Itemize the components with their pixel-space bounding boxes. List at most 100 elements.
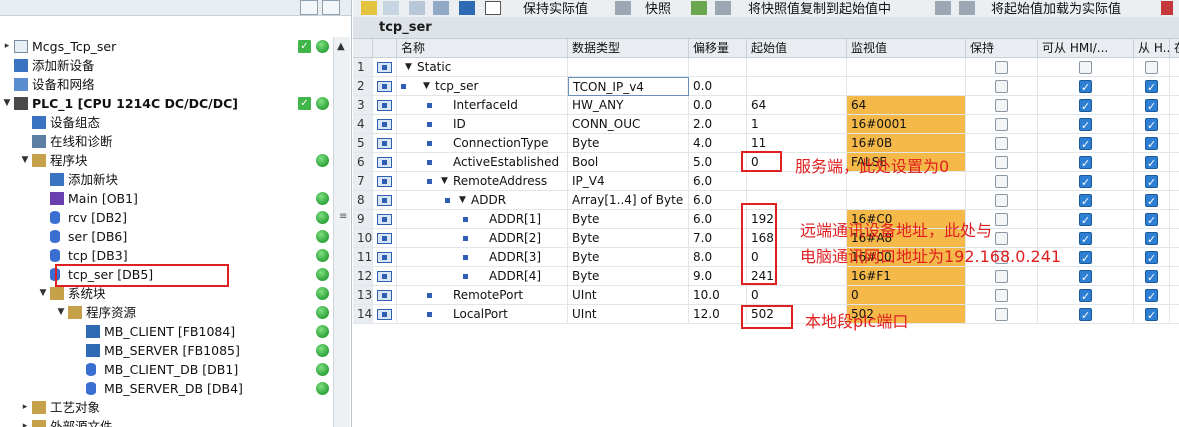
name-cell[interactable]: LocalPort bbox=[397, 305, 568, 324]
column-header-name[interactable]: 名称 bbox=[397, 39, 568, 58]
expand-arrow-icon[interactable]: ▼ bbox=[38, 284, 48, 303]
scroll-grip-icon[interactable]: ≡ bbox=[339, 211, 347, 222]
hmi-accessible-checkbox[interactable] bbox=[1079, 97, 1092, 114]
retain-checkbox[interactable] bbox=[995, 270, 1008, 283]
hmi-accessible-checkbox[interactable] bbox=[1079, 135, 1092, 152]
snapshot-button[interactable]: 快照 bbox=[645, 0, 671, 17]
hmi-visible-checkbox[interactable] bbox=[1145, 306, 1158, 323]
expand-arrow-icon[interactable]: ▼ bbox=[459, 191, 466, 209]
name-cell[interactable]: ADDR[3] bbox=[397, 248, 568, 267]
hmi-visible-checkbox[interactable] bbox=[1145, 97, 1158, 114]
retain-checkbox[interactable] bbox=[995, 194, 1008, 207]
name-cell[interactable]: ▼ RemoteAddress bbox=[397, 172, 568, 191]
hmi-visible-checkbox[interactable] bbox=[1145, 268, 1158, 285]
add-row-icon[interactable] bbox=[383, 1, 399, 15]
tree-item[interactable]: ▼ 程序块 bbox=[0, 151, 332, 170]
retain-checkbox[interactable] bbox=[995, 308, 1008, 321]
retain-checkbox[interactable] bbox=[995, 118, 1008, 131]
load-start-button[interactable]: 将起始值加载为实际值 bbox=[991, 0, 1121, 17]
hmi-accessible-checkbox[interactable] bbox=[1079, 230, 1092, 247]
tree-item[interactable]: 设备组态 bbox=[0, 113, 332, 132]
tree-item[interactable]: ser [DB6] bbox=[0, 227, 332, 246]
name-cell[interactable]: ConnectionType bbox=[397, 134, 568, 153]
tree-item[interactable]: Main [OB1] bbox=[0, 189, 332, 208]
monitor-toggle-icon[interactable] bbox=[485, 1, 501, 15]
table-row[interactable]: 13 RemotePort UInt 10.0 0 0 bbox=[353, 286, 1179, 305]
tree-item[interactable]: MB_CLIENT [FB1084] bbox=[0, 322, 332, 341]
hmi-accessible-checkbox[interactable] bbox=[1079, 192, 1092, 209]
hmi-accessible-checkbox[interactable] bbox=[1079, 116, 1092, 133]
expand-arrow-icon[interactable]: ▸ bbox=[2, 37, 12, 56]
hmi-visible-checkbox[interactable] bbox=[1145, 230, 1158, 247]
datatype-cell[interactable]: UInt bbox=[568, 305, 689, 324]
insert-row-icon[interactable] bbox=[361, 1, 377, 15]
datatype-cell[interactable]: Byte bbox=[568, 229, 689, 248]
tree-options-icon[interactable] bbox=[322, 0, 340, 15]
hmi-accessible-checkbox[interactable] bbox=[1079, 61, 1092, 74]
table-row[interactable]: 3 InterfaceId HW_ANY 0.0 64 64 bbox=[353, 96, 1179, 115]
hmi-visible-checkbox[interactable] bbox=[1145, 287, 1158, 304]
expand-arrow-icon[interactable]: ▼ bbox=[441, 172, 448, 190]
tree-item[interactable]: tcp [DB3] bbox=[0, 246, 332, 265]
hmi-visible-checkbox[interactable] bbox=[1145, 135, 1158, 152]
retain-checkbox[interactable] bbox=[995, 213, 1008, 226]
name-cell[interactable]: ID bbox=[397, 115, 568, 134]
list-view-icon[interactable] bbox=[459, 1, 475, 15]
column-header[interactable] bbox=[353, 39, 373, 58]
hmi-accessible-checkbox[interactable] bbox=[1079, 287, 1092, 304]
expand-arrow-icon[interactable]: ▼ bbox=[2, 94, 12, 113]
load-start-icon-2[interactable] bbox=[959, 1, 975, 15]
expand-all-icon[interactable] bbox=[409, 1, 425, 15]
hmi-accessible-checkbox[interactable] bbox=[1079, 249, 1092, 266]
start-value-cell[interactable] bbox=[747, 77, 847, 96]
datatype-cell[interactable]: Byte bbox=[568, 134, 689, 153]
column-header-hmi1[interactable]: 可从 HMI/... bbox=[1038, 39, 1134, 58]
datatype-cell[interactable] bbox=[568, 58, 689, 77]
column-header-start[interactable]: 起始值 bbox=[747, 39, 847, 58]
hmi-accessible-checkbox[interactable] bbox=[1079, 154, 1092, 171]
retain-checkbox[interactable] bbox=[995, 289, 1008, 302]
hmi-accessible-checkbox[interactable] bbox=[1079, 173, 1092, 190]
table-row[interactable]: 1 ▼ Static bbox=[353, 58, 1179, 77]
table-row[interactable]: 7 ▼ RemoteAddress IP_V4 6.0 bbox=[353, 172, 1179, 191]
hmi-visible-checkbox[interactable] bbox=[1145, 211, 1158, 228]
hmi-accessible-checkbox[interactable] bbox=[1079, 78, 1092, 95]
tree-item[interactable]: ▸ Mcgs_Tcp_ser ✓ bbox=[0, 37, 332, 56]
start-value-cell[interactable]: 0 bbox=[747, 286, 847, 305]
column-header-hmi2[interactable]: 从 H... bbox=[1134, 39, 1170, 58]
tree-view-toggle-icon[interactable] bbox=[300, 0, 318, 15]
tree-item[interactable]: 添加新块 bbox=[0, 170, 332, 189]
hmi-visible-checkbox[interactable] bbox=[1145, 154, 1158, 171]
tree-item[interactable]: MB_CLIENT_DB [DB1] bbox=[0, 360, 332, 379]
column-header-retain[interactable]: 保持 bbox=[966, 39, 1038, 58]
tree-item[interactable]: rcv [DB2] bbox=[0, 208, 332, 227]
name-cell[interactable]: ▼ Static bbox=[397, 58, 568, 77]
expand-arrow-icon[interactable]: ▼ bbox=[20, 151, 30, 170]
name-cell[interactable]: ADDR[1] bbox=[397, 210, 568, 229]
expand-arrow-icon[interactable]: ▼ bbox=[405, 58, 412, 76]
datatype-cell[interactable]: HW_ANY bbox=[568, 96, 689, 115]
name-cell[interactable]: RemotePort bbox=[397, 286, 568, 305]
expand-arrow-icon[interactable]: ▼ bbox=[423, 77, 430, 95]
name-cell[interactable]: ActiveEstablished bbox=[397, 153, 568, 172]
hmi-visible-checkbox[interactable] bbox=[1145, 173, 1158, 190]
start-value-cell[interactable]: 64 bbox=[747, 96, 847, 115]
column-header[interactable] bbox=[373, 39, 397, 58]
snapshot-icon[interactable] bbox=[615, 1, 631, 15]
hmi-visible-checkbox[interactable] bbox=[1145, 116, 1158, 133]
name-cell[interactable]: ADDR[4] bbox=[397, 267, 568, 286]
tree-item[interactable]: ▸ 工艺对象 bbox=[0, 398, 332, 417]
hmi-visible-checkbox[interactable] bbox=[1145, 192, 1158, 209]
tree-vertical-scrollbar[interactable]: ▲ ≡ bbox=[333, 37, 350, 427]
column-header-monitor[interactable]: 监视值 bbox=[847, 39, 966, 58]
datatype-cell[interactable]: IP_V4 bbox=[568, 172, 689, 191]
column-header-offset[interactable]: 偏移量 bbox=[689, 39, 747, 58]
collapse-all-icon[interactable] bbox=[433, 1, 449, 15]
tree-item[interactable]: MB_SERVER [FB1085] bbox=[0, 341, 332, 360]
datatype-cell[interactable]: Byte bbox=[568, 267, 689, 286]
more-icon[interactable] bbox=[1161, 1, 1173, 15]
datatype-cell[interactable]: TCON_IP_v4 bbox=[568, 77, 689, 96]
datatype-cell[interactable]: Bool bbox=[568, 153, 689, 172]
tree-item[interactable]: MB_SERVER_DB [DB4] bbox=[0, 379, 332, 398]
name-cell[interactable]: InterfaceId bbox=[397, 96, 568, 115]
